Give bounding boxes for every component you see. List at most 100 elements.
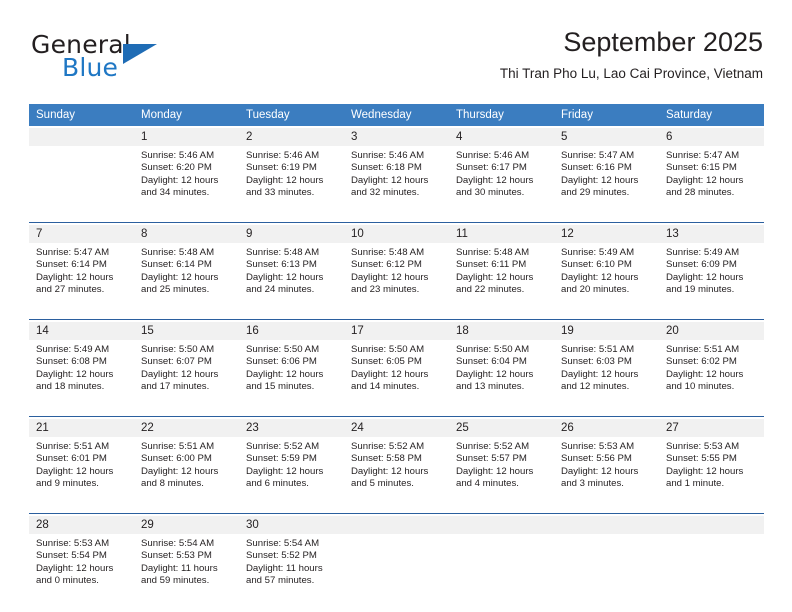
day-number-cell[interactable]: 5 — [554, 128, 659, 146]
day-info-cell: Sunrise: 5:53 AM Sunset: 5:56 PM Daylight:… — [554, 437, 659, 514]
day-number-cell[interactable]: 2 — [239, 128, 344, 146]
day-sunset-text: Sunset: 6:05 PM — [351, 356, 422, 368]
day-info-cell-empty — [344, 534, 449, 610]
day-number-cell[interactable]: 24 — [344, 419, 449, 437]
day-info-cell: Sunrise: 5:54 AM Sunset: 5:52 PM Daylight:… — [239, 534, 344, 610]
day-number-cell[interactable]: 15 — [134, 322, 239, 340]
weekday-header-sunday: Sunday — [29, 104, 134, 126]
day-sunrise-text: Sunrise: 5:51 AM — [36, 441, 110, 452]
day-sunset-text: Sunset: 5:55 PM — [666, 453, 737, 465]
calendar-header-row: Sunday Monday Tuesday Wednesday Thursday… — [29, 104, 764, 126]
day-sunrise-text: Sunrise: 5:46 AM — [141, 150, 215, 161]
day-info-cell: Sunrise: 5:46 AM Sunset: 6:19 PM Daylight:… — [239, 146, 344, 223]
day-number-cell[interactable]: 14 — [29, 322, 134, 340]
day-number-cell[interactable]: 30 — [239, 516, 344, 534]
day-number-cell[interactable]: 19 — [554, 322, 659, 340]
day-number-cell[interactable]: 12 — [554, 225, 659, 243]
day-sunset-text: Sunset: 6:16 PM — [561, 162, 632, 174]
day-daylight-text: Daylight: 12 hours — [666, 368, 744, 380]
day-number-cell[interactable]: 18 — [449, 322, 554, 340]
day-info-cell-empty — [659, 534, 764, 610]
day-daylight-text: and 28 minutes. — [666, 187, 735, 199]
day-daylight-text: and 33 minutes. — [246, 187, 315, 199]
day-number-cell[interactable]: 22 — [134, 419, 239, 437]
day-sunrise-text: Sunrise: 5:52 AM — [351, 441, 425, 452]
day-sunrise-text: Sunrise: 5:51 AM — [561, 344, 635, 355]
day-number-row: 7 8 9 10 11 12 13 — [29, 225, 764, 243]
general-blue-logo[interactable]: General Blue — [29, 26, 249, 88]
day-info-cell: Sunrise: 5:46 AM Sunset: 6:17 PM Daylight:… — [449, 146, 554, 223]
day-sunrise-text: Sunrise: 5:49 AM — [561, 247, 635, 258]
day-number-cell[interactable]: 23 — [239, 419, 344, 437]
day-daylight-text: Daylight: 12 hours — [141, 174, 219, 186]
day-number-cell[interactable]: 4 — [449, 128, 554, 146]
day-daylight-text: Daylight: 12 hours — [666, 271, 744, 283]
day-daylight-text: Daylight: 12 hours — [141, 465, 219, 477]
day-info-cell: Sunrise: 5:51 AM Sunset: 6:01 PM Daylight:… — [29, 437, 134, 514]
day-daylight-text: and 30 minutes. — [456, 187, 525, 199]
day-daylight-text: and 23 minutes. — [351, 284, 420, 296]
day-info-cell: Sunrise: 5:52 AM Sunset: 5:58 PM Daylight:… — [344, 437, 449, 514]
day-info-row: Sunrise: 5:46 AM Sunset: 6:20 PM Daylight:… — [29, 146, 764, 223]
day-number-cell[interactable]: 17 — [344, 322, 449, 340]
day-daylight-text: Daylight: 12 hours — [561, 465, 639, 477]
day-daylight-text: and 9 minutes. — [36, 478, 99, 490]
day-daylight-text: and 20 minutes. — [561, 284, 630, 296]
day-number-cell[interactable]: 20 — [659, 322, 764, 340]
day-number-cell[interactable]: 16 — [239, 322, 344, 340]
day-sunrise-text: Sunrise: 5:54 AM — [246, 538, 320, 549]
day-daylight-text: and 34 minutes. — [141, 187, 210, 199]
day-info-row: Sunrise: 5:53 AM Sunset: 5:54 PM Daylight:… — [29, 534, 764, 610]
day-number-cell[interactable]: 25 — [449, 419, 554, 437]
day-sunrise-text: Sunrise: 5:46 AM — [246, 150, 320, 161]
day-info-cell: Sunrise: 5:51 AM Sunset: 6:00 PM Daylight:… — [134, 437, 239, 514]
day-info-cell: Sunrise: 5:47 AM Sunset: 6:14 PM Daylight:… — [29, 243, 134, 320]
day-sunset-text: Sunset: 6:10 PM — [561, 259, 632, 271]
day-info-cell: Sunrise: 5:51 AM Sunset: 6:02 PM Daylight:… — [659, 340, 764, 417]
weekday-header-thursday: Thursday — [449, 104, 554, 126]
day-number-cell-empty — [29, 128, 134, 146]
day-number-cell[interactable]: 10 — [344, 225, 449, 243]
day-sunset-text: Sunset: 6:06 PM — [246, 356, 317, 368]
day-number-cell[interactable]: 28 — [29, 516, 134, 534]
day-sunrise-text: Sunrise: 5:50 AM — [351, 344, 425, 355]
day-sunrise-text: Sunrise: 5:49 AM — [666, 247, 740, 258]
day-number-cell[interactable]: 13 — [659, 225, 764, 243]
day-sunset-text: Sunset: 6:01 PM — [36, 453, 107, 465]
day-info-row: Sunrise: 5:51 AM Sunset: 6:01 PM Daylight:… — [29, 437, 764, 514]
day-daylight-text: and 4 minutes. — [456, 478, 519, 490]
day-number-cell[interactable]: 3 — [344, 128, 449, 146]
day-number-cell[interactable]: 29 — [134, 516, 239, 534]
day-info-cell: Sunrise: 5:49 AM Sunset: 6:09 PM Daylight:… — [659, 243, 764, 320]
day-number-cell[interactable]: 6 — [659, 128, 764, 146]
day-number-row: 21 22 23 24 25 26 27 — [29, 419, 764, 437]
day-daylight-text: Daylight: 12 hours — [561, 271, 639, 283]
day-daylight-text: Daylight: 12 hours — [246, 368, 324, 380]
day-sunrise-text: Sunrise: 5:54 AM — [141, 538, 215, 549]
day-number-cell[interactable]: 9 — [239, 225, 344, 243]
day-daylight-text: Daylight: 12 hours — [36, 368, 114, 380]
day-sunset-text: Sunset: 5:56 PM — [561, 453, 632, 465]
day-number-cell-empty — [659, 516, 764, 534]
day-sunrise-text: Sunrise: 5:50 AM — [141, 344, 215, 355]
day-number-cell[interactable]: 7 — [29, 225, 134, 243]
day-daylight-text: and 10 minutes. — [666, 381, 735, 393]
day-number-cell[interactable]: 11 — [449, 225, 554, 243]
day-number-cell[interactable]: 26 — [554, 419, 659, 437]
day-info-cell: Sunrise: 5:48 AM Sunset: 6:14 PM Daylight:… — [134, 243, 239, 320]
day-sunrise-text: Sunrise: 5:47 AM — [36, 247, 110, 258]
day-sunset-text: Sunset: 6:20 PM — [141, 162, 212, 174]
day-info-row: Sunrise: 5:47 AM Sunset: 6:14 PM Daylight:… — [29, 243, 764, 320]
day-number-cell[interactable]: 8 — [134, 225, 239, 243]
day-daylight-text: Daylight: 12 hours — [561, 174, 639, 186]
day-number-cell[interactable]: 21 — [29, 419, 134, 437]
day-info-cell: Sunrise: 5:52 AM Sunset: 5:57 PM Daylight:… — [449, 437, 554, 514]
day-info-cell: Sunrise: 5:48 AM Sunset: 6:11 PM Daylight:… — [449, 243, 554, 320]
day-daylight-text: Daylight: 12 hours — [246, 465, 324, 477]
weekday-header-friday: Friday — [554, 104, 659, 126]
day-info-cell: Sunrise: 5:48 AM Sunset: 6:12 PM Daylight:… — [344, 243, 449, 320]
day-number-cell[interactable]: 1 — [134, 128, 239, 146]
day-daylight-text: Daylight: 12 hours — [141, 368, 219, 380]
day-daylight-text: and 17 minutes. — [141, 381, 210, 393]
day-number-cell[interactable]: 27 — [659, 419, 764, 437]
